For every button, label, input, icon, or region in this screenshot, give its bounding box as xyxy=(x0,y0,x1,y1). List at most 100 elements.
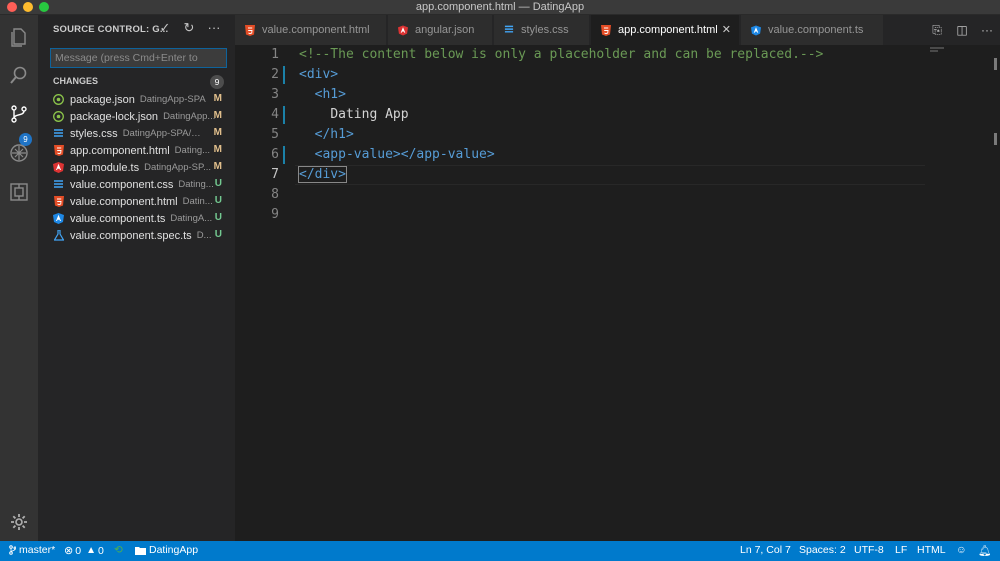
file-name: value.component.html xyxy=(70,195,178,208)
editor-tab[interactable]: value.component.ts xyxy=(741,15,884,45)
minimap[interactable] xyxy=(930,45,990,65)
line-number: 1 xyxy=(271,47,279,62)
search-icon[interactable] xyxy=(7,63,31,87)
json-file-icon xyxy=(53,111,64,122)
file-directory: DatingApp... xyxy=(163,111,216,122)
commit-checkmark-icon[interactable]: ✓ xyxy=(157,20,173,36)
html-open-tag: <h1> xyxy=(314,87,346,102)
code-line: 8 xyxy=(235,185,935,205)
sync-status-icon[interactable]: ⟲ xyxy=(114,544,123,556)
changed-file-item[interactable]: package-lock.json DatingApp... M xyxy=(38,108,235,125)
code-line: 7 </div> xyxy=(235,165,935,185)
html-file-icon xyxy=(53,196,64,207)
file-directory: D... xyxy=(196,230,212,241)
file-status-badge: M xyxy=(213,144,222,155)
angular-file-icon xyxy=(53,162,64,173)
changed-file-item[interactable]: value.component.css Dating... U xyxy=(38,176,235,193)
tab-label: value.component.html xyxy=(262,24,370,36)
html-open-tag: <div> xyxy=(299,67,339,82)
gear-icon[interactable] xyxy=(7,510,31,534)
close-tab-icon[interactable]: ✕ xyxy=(722,23,731,36)
changed-file-item[interactable]: value.component.spec.ts D... U xyxy=(38,227,235,244)
encoding-setting[interactable]: UTF-8 xyxy=(854,544,884,556)
more-actions-icon[interactable]: ··· xyxy=(979,22,995,38)
git-branch-icon xyxy=(9,545,16,555)
branch-indicator[interactable]: master* xyxy=(9,544,55,556)
indentation-setting[interactable]: Spaces: 2 xyxy=(799,544,846,556)
changed-file-item[interactable]: value.component.ts DatingA... U xyxy=(38,210,235,227)
angular-file-icon xyxy=(53,213,64,224)
line-number: 9 xyxy=(271,207,279,222)
file-status-badge: M xyxy=(213,161,222,172)
css-file-icon xyxy=(53,179,64,190)
html-open-tag: <app-value> xyxy=(314,147,401,162)
folder-name: DatingApp xyxy=(149,544,199,556)
feedback-smiley-icon[interactable]: ☺ xyxy=(956,544,967,556)
more-actions-icon[interactable]: ··· xyxy=(206,20,222,36)
file-name: package-lock.json xyxy=(70,110,159,123)
open-changes-icon[interactable]: ⎘ xyxy=(929,22,945,38)
changed-file-item[interactable]: app.module.ts DatingApp-SP... M xyxy=(38,159,235,176)
notifications-bell-icon[interactable]: 🔔︎ xyxy=(978,544,991,557)
panel-title: SOURCE CONTROL: G... xyxy=(53,24,169,35)
angular-file-icon xyxy=(751,25,761,35)
file-status-badge: U xyxy=(214,195,222,206)
line-number: 2 xyxy=(271,67,279,82)
changes-header[interactable]: CHANGES xyxy=(53,76,98,86)
changed-file-item[interactable]: app.component.html Dating... M xyxy=(38,142,235,159)
problems-indicator[interactable]: ⊗ 0 ▲ 0 xyxy=(64,544,104,558)
folder-icon xyxy=(135,546,146,555)
eol-setting[interactable]: LF xyxy=(895,544,907,556)
file-directory: DatingApp-SPA/src xyxy=(122,128,203,139)
file-status-badge: M xyxy=(213,110,222,121)
refresh-icon[interactable]: ↻ xyxy=(181,20,197,36)
line-number: 6 xyxy=(271,147,279,162)
code-line: 3 <h1> xyxy=(235,85,935,105)
file-status-badge: U xyxy=(214,229,222,240)
cursor-position[interactable]: Ln 7, Col 7 xyxy=(740,544,791,556)
code-line: 6 <app-value></app-value> xyxy=(235,145,935,165)
workspace-folder[interactable]: DatingApp xyxy=(135,544,198,556)
editor-tab[interactable]: angular.json xyxy=(388,15,493,45)
window-title: app.component.html — DatingApp xyxy=(415,1,585,13)
code-content: </div> xyxy=(298,165,347,185)
editor-tab[interactable]: styles.css xyxy=(494,15,590,45)
changed-file-item[interactable]: package.json DatingApp-SPA M xyxy=(38,91,235,108)
code-content: <div> xyxy=(299,65,338,85)
debug-icon[interactable] xyxy=(7,141,31,165)
files-icon[interactable] xyxy=(7,25,31,49)
code-editor[interactable]: 1 <!--The content below is only a placeho… xyxy=(235,45,1000,541)
file-directory: DatingApp-SPA xyxy=(139,94,206,105)
tab-label: value.component.ts xyxy=(768,24,864,36)
file-name: value.component.ts xyxy=(70,212,166,225)
split-editor-icon[interactable]: ◫ xyxy=(954,22,970,38)
scrollbar[interactable] xyxy=(990,45,1000,541)
changed-file-item[interactable]: value.component.html Datin... U xyxy=(38,193,235,210)
source-control-icon[interactable] xyxy=(7,102,31,126)
file-name: value.component.css xyxy=(70,178,174,191)
editor-tab[interactable]: app.component.html ✕ xyxy=(591,15,740,45)
html-close-tag: </app-value> xyxy=(400,147,495,162)
source-control-panel: SOURCE CONTROL: G... ✓ ↻ ··· Message (pr… xyxy=(38,15,235,541)
text-content: Dating App xyxy=(330,107,409,122)
file-name: styles.css xyxy=(70,127,118,140)
code-line: 1 <!--The content below is only a placeho… xyxy=(235,45,935,65)
tab-label: styles.css xyxy=(521,24,569,36)
changed-file-item[interactable]: styles.css DatingApp-SPA/src M xyxy=(38,125,235,142)
file-status-badge: M xyxy=(213,93,222,104)
line-number: 3 xyxy=(271,87,279,102)
line-number: 7 xyxy=(271,167,279,182)
code-content: <app-value></app-value> xyxy=(299,145,495,165)
commit-message-input[interactable]: Message (press Cmd+Enter to xyxy=(50,48,227,68)
activity-bar: 9 xyxy=(0,15,38,541)
editor-tab[interactable]: value.component.html xyxy=(235,15,387,45)
code-line: 5 </h1> xyxy=(235,125,935,145)
code-line: 2 <div> xyxy=(235,65,935,85)
editor-tab-bar: ⎘ ◫ ··· value.component.html angular.json… xyxy=(235,15,1000,45)
angular-file-icon xyxy=(398,25,408,35)
extensions-icon[interactable] xyxy=(7,180,31,204)
language-mode[interactable]: HTML xyxy=(917,544,946,556)
code-content: <!--The content below is only a placehol… xyxy=(299,45,823,65)
